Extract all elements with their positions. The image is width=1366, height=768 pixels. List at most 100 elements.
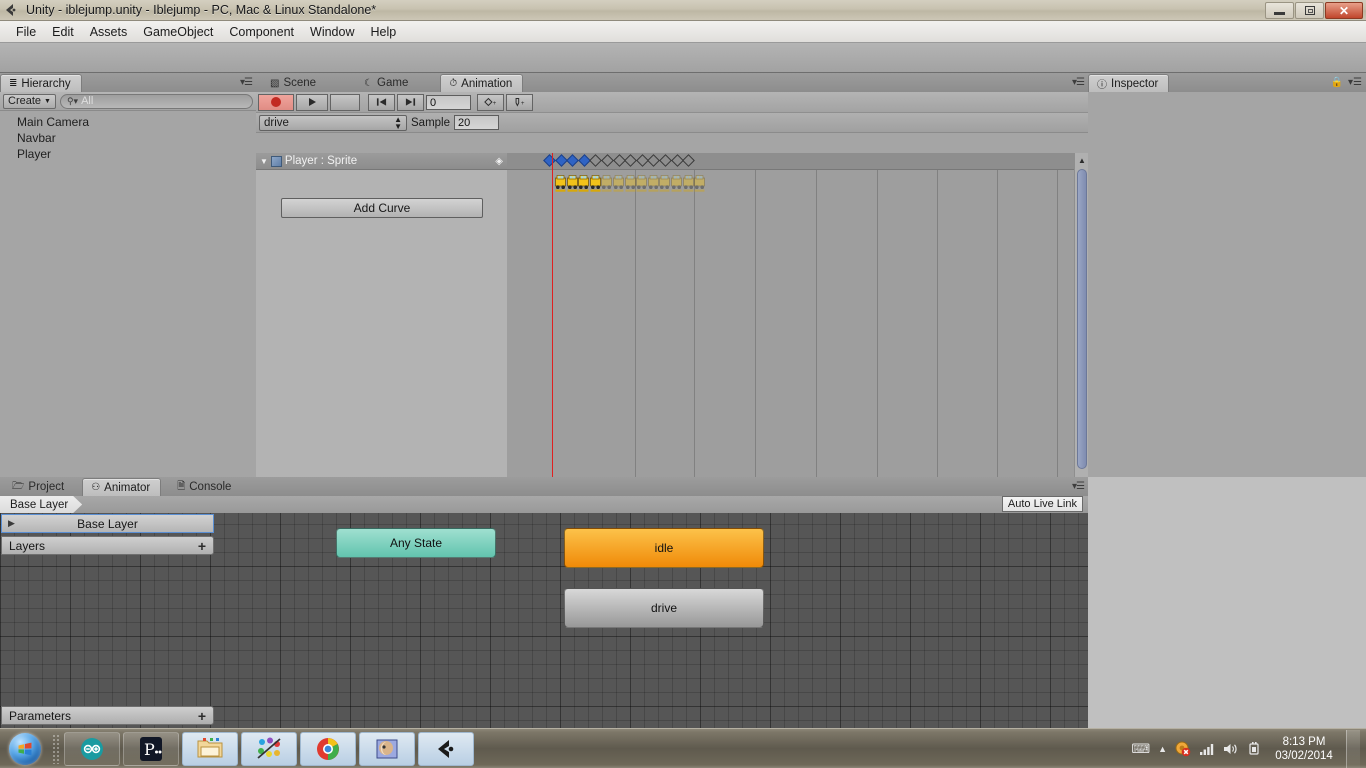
chrome-taskbar-icon[interactable] bbox=[300, 731, 356, 766]
tab-game-label: Game bbox=[377, 77, 409, 89]
layers-bar-label: Layers bbox=[9, 538, 46, 553]
tab-console-label: Console bbox=[189, 481, 232, 493]
close-button[interactable]: ✕ bbox=[1325, 2, 1363, 19]
frame-field[interactable]: 0 bbox=[426, 94, 471, 110]
tab-scene-label: Scene bbox=[283, 77, 317, 89]
tab-inspector[interactable]: ⓘ Inspector bbox=[1088, 74, 1170, 92]
tab-inspector-label: Inspector bbox=[1111, 77, 1159, 90]
minimize-button[interactable] bbox=[1265, 2, 1294, 19]
search-icon: ⚲▾ bbox=[66, 95, 79, 106]
tab-scene[interactable]: ▧ Scene bbox=[262, 74, 326, 92]
add-curve-button[interactable]: Add Curve bbox=[281, 198, 483, 218]
sprite-thumbnail bbox=[659, 171, 671, 197]
antivirus-tray-icon[interactable] bbox=[1175, 741, 1191, 757]
playhead-dopesheet[interactable] bbox=[552, 153, 553, 495]
add-layer-button[interactable]: + bbox=[198, 538, 206, 554]
start-button[interactable] bbox=[2, 731, 48, 767]
volume-tray-icon[interactable] bbox=[1223, 742, 1239, 756]
animation-vertical-scrollbar[interactable]: ▲ ▼ bbox=[1074, 153, 1088, 495]
hierarchy-item-main-camera[interactable]: Main Camera bbox=[0, 114, 256, 130]
tab-animation-label: Animation bbox=[461, 77, 513, 90]
auto-live-link-button[interactable]: Auto Live Link bbox=[1001, 496, 1083, 512]
inspector-tools: 🔒 ▾☰ bbox=[1331, 77, 1362, 88]
prev-keyframe-button[interactable] bbox=[368, 93, 395, 111]
hierarchy-search-input[interactable]: ⚲▾ All bbox=[59, 93, 253, 109]
sample-field[interactable]: 20 bbox=[454, 115, 499, 130]
sprite-thumbnail bbox=[601, 171, 613, 197]
file-explorer-taskbar-icon[interactable] bbox=[182, 731, 238, 766]
animation-toolbar: 0 + + bbox=[256, 92, 1088, 113]
animator-graph[interactable]: Base Layer Auto Live Link ▶ Base Layer L… bbox=[0, 496, 1088, 728]
sprite-icon bbox=[270, 155, 282, 167]
add-event-button[interactable]: + bbox=[506, 93, 533, 111]
state-node-any-state[interactable]: Any State bbox=[336, 528, 496, 558]
animator-icon: ⚇ bbox=[91, 482, 101, 493]
scroll-up-arrow[interactable]: ▲ bbox=[1075, 153, 1089, 167]
svg-text:+: + bbox=[492, 100, 496, 107]
auto-live-link-label: Auto Live Link bbox=[1007, 498, 1077, 510]
vertical-scroll-thumb[interactable] bbox=[1077, 169, 1087, 469]
hierarchy-item-player[interactable]: Player bbox=[0, 146, 256, 162]
animator-menu-icon[interactable]: ▾☰ bbox=[1072, 481, 1085, 492]
restore-button[interactable] bbox=[1295, 2, 1324, 19]
unity-icon bbox=[4, 2, 22, 18]
clip-selector[interactable]: drive ▲ ▼ bbox=[259, 114, 407, 131]
show-hidden-icons-icon[interactable]: ▲ bbox=[1158, 744, 1167, 754]
add-parameter-button[interactable]: + bbox=[198, 708, 206, 724]
track-header-player-sprite[interactable]: ▼ Player : Sprite ◈ bbox=[256, 153, 507, 170]
menu-help[interactable]: Help bbox=[362, 23, 404, 41]
system-tray: ⌨ ▲ 8:13 PM 03/02/2014 bbox=[1131, 729, 1366, 768]
photo-viewer-taskbar-icon[interactable] bbox=[359, 731, 415, 766]
tab-animation[interactable]: ⏱ Animation bbox=[440, 74, 524, 92]
unity-taskbar-icon[interactable] bbox=[418, 731, 474, 766]
lock-icon[interactable]: 🔒 bbox=[1331, 77, 1343, 88]
sprite-thumbnail bbox=[613, 171, 624, 197]
paint-taskbar-icon[interactable] bbox=[241, 731, 297, 766]
moon-icon: ☾ bbox=[364, 77, 374, 89]
animator-layers-panel: ▶ Base Layer Layers + bbox=[0, 513, 215, 555]
create-button[interactable]: Create ▼ bbox=[3, 93, 56, 109]
taskbar-clock[interactable]: 8:13 PM 03/02/2014 bbox=[1270, 735, 1338, 763]
dopesheet-canvas[interactable] bbox=[507, 153, 1074, 495]
power-tray-icon[interactable] bbox=[1247, 741, 1262, 756]
menu-edit[interactable]: Edit bbox=[44, 23, 82, 41]
arduino-taskbar-icon[interactable] bbox=[64, 731, 120, 766]
inspector-menu-icon[interactable]: ▾☰ bbox=[1348, 77, 1362, 88]
taskbar: P ⌨ ▲ 8:13 PM 03/02/2014 bbox=[0, 728, 1366, 768]
inspector-panel: ⓘ Inspector 🔒 ▾☰ bbox=[1088, 73, 1366, 477]
menu-gameobject[interactable]: GameObject bbox=[135, 23, 221, 41]
sprite-preview-strip bbox=[555, 171, 705, 197]
play-icon bbox=[309, 98, 316, 106]
hierarchy-panel: ≣ Hierarchy ▾☰ Create ▼ ⚲▾ All Main Came… bbox=[0, 73, 256, 477]
menu-assets[interactable]: Assets bbox=[82, 23, 136, 41]
state-node-drive[interactable]: drive bbox=[564, 588, 764, 628]
menu-component[interactable]: Component bbox=[221, 23, 302, 41]
menu-window[interactable]: Window bbox=[302, 23, 362, 41]
keyboard-tray-icon[interactable]: ⌨ bbox=[1131, 741, 1150, 757]
animation-menu-icon[interactable]: ▾☰ bbox=[1072, 77, 1085, 88]
hierarchy-item-navbar[interactable]: Navbar bbox=[0, 130, 256, 146]
add-keyframe-button[interactable]: + bbox=[477, 93, 504, 111]
console-icon: 🗎 bbox=[177, 480, 186, 492]
state-node-idle[interactable]: idle bbox=[564, 528, 764, 568]
keyframe-diamond-icon[interactable]: ◈ bbox=[495, 156, 503, 167]
record-button[interactable] bbox=[258, 93, 294, 111]
breadcrumb-base-layer[interactable]: Base Layer bbox=[0, 496, 82, 513]
expand-arrow-icon[interactable]: ▶ bbox=[8, 518, 15, 529]
layer-item-base-layer[interactable]: ▶ Base Layer bbox=[1, 514, 214, 533]
processing-taskbar-icon[interactable]: P bbox=[123, 731, 179, 766]
network-tray-icon[interactable] bbox=[1199, 742, 1215, 756]
tab-console[interactable]: 🗎 Console bbox=[169, 478, 241, 496]
taskbar-grip[interactable] bbox=[52, 733, 60, 764]
tab-project[interactable]: 🗁 Project bbox=[4, 478, 74, 496]
collapse-arrow-icon[interactable]: ▼ bbox=[260, 157, 268, 166]
animation-play-button[interactable] bbox=[296, 93, 328, 111]
tab-hierarchy[interactable]: ≣ Hierarchy bbox=[0, 74, 82, 92]
show-desktop-button[interactable] bbox=[1346, 729, 1360, 768]
parameters-label: Parameters bbox=[9, 708, 72, 723]
menu-file[interactable]: File bbox=[8, 23, 44, 41]
tab-game[interactable]: ☾ Game bbox=[356, 74, 418, 92]
next-keyframe-button[interactable] bbox=[397, 93, 424, 111]
hierarchy-menu-icon[interactable]: ▾☰ bbox=[240, 77, 253, 88]
tab-animator[interactable]: ⚇ Animator bbox=[82, 478, 162, 496]
